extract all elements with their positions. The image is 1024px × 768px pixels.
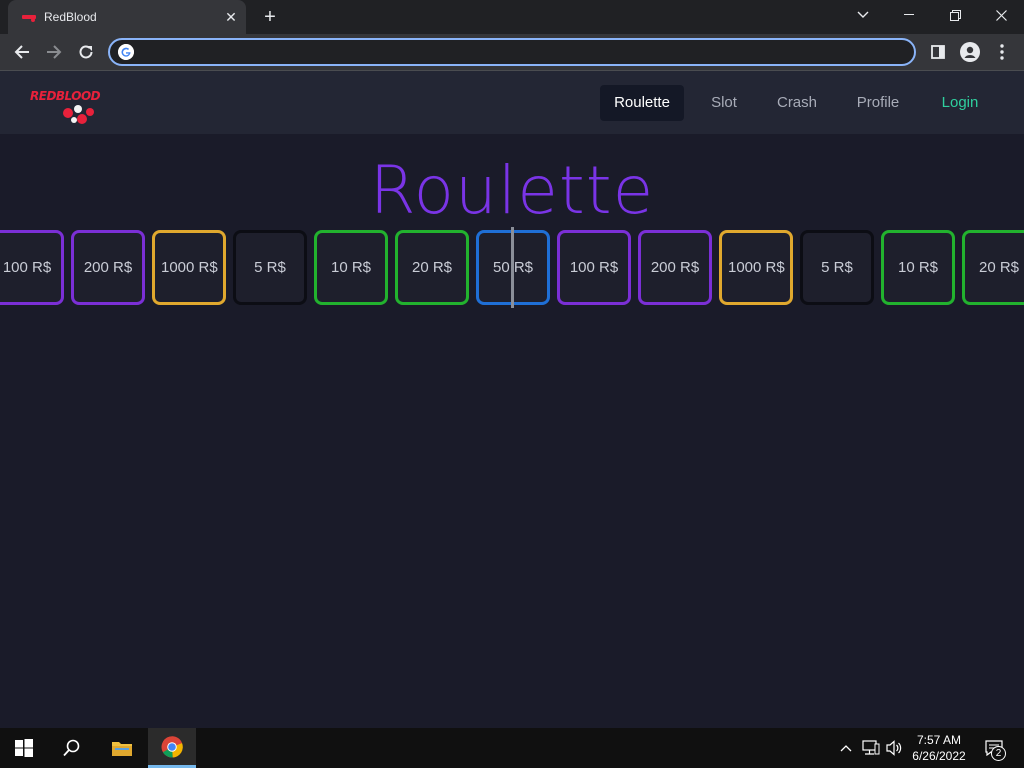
restore-button[interactable] xyxy=(932,0,978,30)
google-icon xyxy=(118,44,134,60)
side-panel-icon[interactable] xyxy=(924,38,952,66)
browser-tab[interactable]: RedBlood ✕ xyxy=(8,0,246,34)
tab-search-icon[interactable] xyxy=(840,0,886,30)
profile-icon[interactable] xyxy=(956,38,984,66)
page-title: Roulette xyxy=(369,152,655,229)
nav-login[interactable]: Login xyxy=(932,85,988,121)
tray-chevron-up-icon[interactable] xyxy=(836,728,856,768)
taskbar-clock[interactable]: 7:57 AM 6/26/2022 xyxy=(904,728,974,768)
nav-roulette[interactable]: Roulette xyxy=(600,85,684,121)
chrome-icon[interactable] xyxy=(148,728,196,768)
roulette-tile: 1000 R$ xyxy=(152,230,226,305)
volume-icon[interactable] xyxy=(884,728,906,768)
network-icon[interactable] xyxy=(860,728,882,768)
roulette-tile: 100 R$ xyxy=(557,230,631,305)
nav-crash[interactable]: Crash xyxy=(770,85,824,121)
minimize-button[interactable] xyxy=(886,0,932,30)
notification-count-badge: 2 xyxy=(991,746,1006,761)
roulette-tile: 10 R$ xyxy=(881,230,955,305)
nav-profile[interactable]: Profile xyxy=(848,85,908,121)
reload-icon[interactable] xyxy=(72,38,100,66)
address-bar[interactable] xyxy=(108,38,916,66)
file-explorer-icon[interactable] xyxy=(98,728,146,768)
search-icon[interactable] xyxy=(48,728,96,768)
clock-time: 7:57 AM xyxy=(916,733,962,747)
roulette-pointer xyxy=(511,227,514,308)
roulette-tile: 20 R$ xyxy=(962,230,1024,305)
windows-start-icon[interactable] xyxy=(0,728,48,768)
roulette-tile: 100 R$ xyxy=(0,230,64,305)
roulette-tile: 10 R$ xyxy=(314,230,388,305)
taskbar: 7:57 AM 6/26/2022 xyxy=(0,728,1024,768)
tab-close-icon[interactable]: ✕ xyxy=(222,8,240,26)
redblood-favicon-icon xyxy=(22,15,36,22)
kebab-menu-icon[interactable] xyxy=(988,38,1016,66)
roulette-tile: 5 R$ xyxy=(233,230,307,305)
site-navbar: REDBLOOD Roulette Slot Crash Profile Log… xyxy=(0,71,1024,134)
new-tab-button[interactable]: + xyxy=(258,6,282,28)
back-arrow-icon[interactable] xyxy=(8,38,36,66)
browser-toolbar xyxy=(0,34,1024,71)
roulette-tile: 1000 R$ xyxy=(719,230,793,305)
roulette-tile: 200 R$ xyxy=(638,230,712,305)
logo-text: REDBLOOD xyxy=(30,89,101,103)
dice-logo-icon xyxy=(63,105,94,124)
clock-date: 6/26/2022 xyxy=(912,749,966,763)
address-input[interactable] xyxy=(142,42,902,62)
redblood-logo[interactable]: REDBLOOD xyxy=(30,89,101,125)
tab-title: RedBlood xyxy=(44,10,97,24)
forward-arrow-icon[interactable] xyxy=(40,38,68,66)
close-window-button[interactable] xyxy=(978,0,1024,30)
browser-tab-bar: RedBlood ✕ + xyxy=(0,0,1024,34)
nav-slot[interactable]: Slot xyxy=(700,85,748,121)
roulette-tile: 20 R$ xyxy=(395,230,469,305)
roulette-tile: 200 R$ xyxy=(71,230,145,305)
roulette-tile: 5 R$ xyxy=(800,230,874,305)
